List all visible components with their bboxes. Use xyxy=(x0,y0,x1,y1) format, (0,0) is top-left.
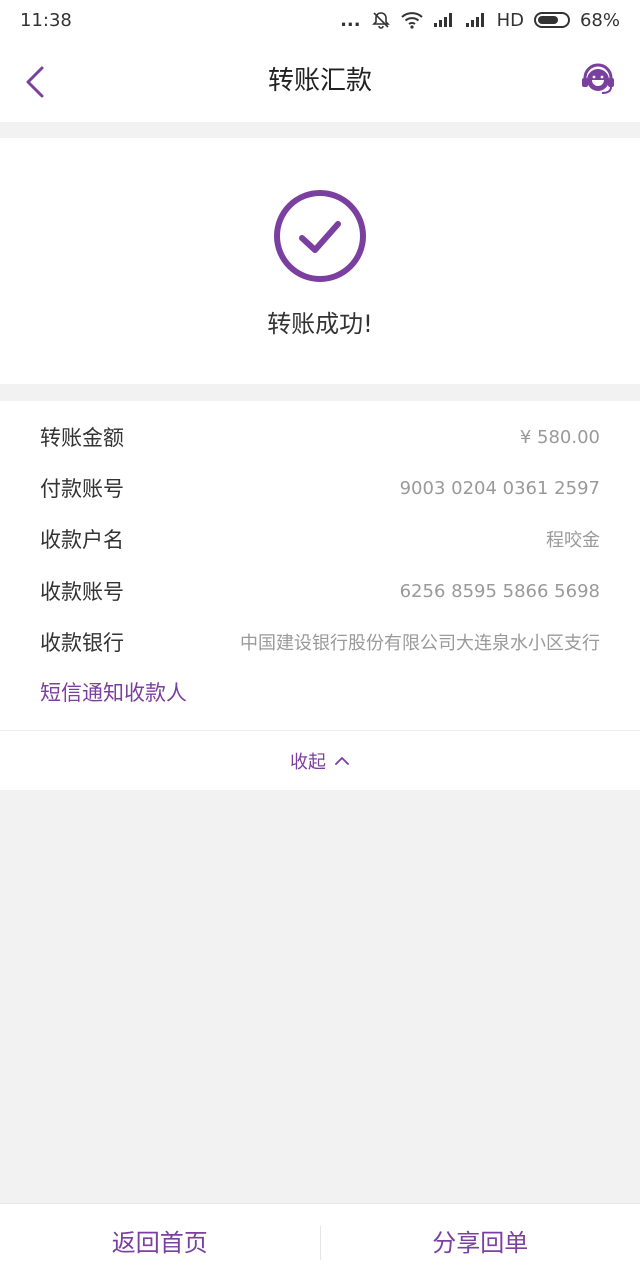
detail-label: 付款账号 xyxy=(40,477,124,501)
status-icons: ... HD 68% xyxy=(340,10,620,31)
battery-icon xyxy=(533,12,570,28)
transfer-result-page: 11:38 ... HD 68% 转账汇款 转账成功! 转账金额 ¥ 580.0… xyxy=(0,0,640,1281)
battery-level: 68% xyxy=(579,9,620,31)
detail-label: 收款户名 xyxy=(40,528,124,552)
network-type: HD xyxy=(496,9,524,31)
detail-row-payer-account: 付款账号 9003 0204 0361 2597 xyxy=(40,468,600,508)
share-receipt-button[interactable]: 分享回单 xyxy=(321,1204,640,1281)
detail-value: ¥ 580.00 xyxy=(519,426,600,448)
detail-label: 收款银行 xyxy=(40,631,124,655)
detail-row-payee-name: 收款户名 程咬金 xyxy=(40,519,600,559)
detail-value: 中国建设银行股份有限公司大连泉水小区支行 xyxy=(240,633,600,654)
customer-service-icon xyxy=(582,63,614,94)
nav-bar: 转账汇款 xyxy=(0,40,640,122)
detail-value: 9003 0204 0361 2597 xyxy=(399,477,600,499)
detail-row-payee-bank: 收款银行 中国建设银行股份有限公司大连泉水小区支行 xyxy=(40,622,600,662)
detail-row-payee-account: 收款账号 6256 8595 5866 5698 xyxy=(40,571,600,611)
signal-icon xyxy=(433,12,455,28)
wifi-icon xyxy=(400,11,423,29)
bell-off-icon xyxy=(371,10,391,30)
bottom-action-bar: 返回首页 分享回单 xyxy=(0,1203,640,1281)
customer-service-button[interactable] xyxy=(578,60,618,100)
check-circle-icon xyxy=(274,190,366,282)
collapse-button[interactable]: 收起 xyxy=(0,731,640,790)
sms-notify-link[interactable]: 短信通知收款人 xyxy=(40,677,187,707)
detail-value: 程咬金 xyxy=(546,530,600,551)
result-card: 转账成功! xyxy=(0,138,640,384)
result-message: 转账成功! xyxy=(267,310,373,338)
back-home-button[interactable]: 返回首页 xyxy=(0,1204,320,1281)
detail-label: 转账金额 xyxy=(40,426,124,450)
transfer-details: 转账金额 ¥ 580.00 付款账号 9003 0204 0361 2597 收… xyxy=(0,401,640,790)
chevron-up-icon xyxy=(335,756,349,765)
status-dots: ... xyxy=(340,9,361,31)
page-title: 转账汇款 xyxy=(267,66,372,96)
collapse-label: 收起 xyxy=(290,751,326,773)
detail-row-amount: 转账金额 ¥ 580.00 xyxy=(40,417,600,457)
signal-icon xyxy=(465,12,487,28)
detail-value: 6256 8595 5866 5698 xyxy=(399,580,600,602)
detail-label: 收款账号 xyxy=(40,580,124,604)
status-time: 11:38 xyxy=(20,9,72,31)
status-bar: 11:38 ... HD 68% xyxy=(0,0,640,40)
